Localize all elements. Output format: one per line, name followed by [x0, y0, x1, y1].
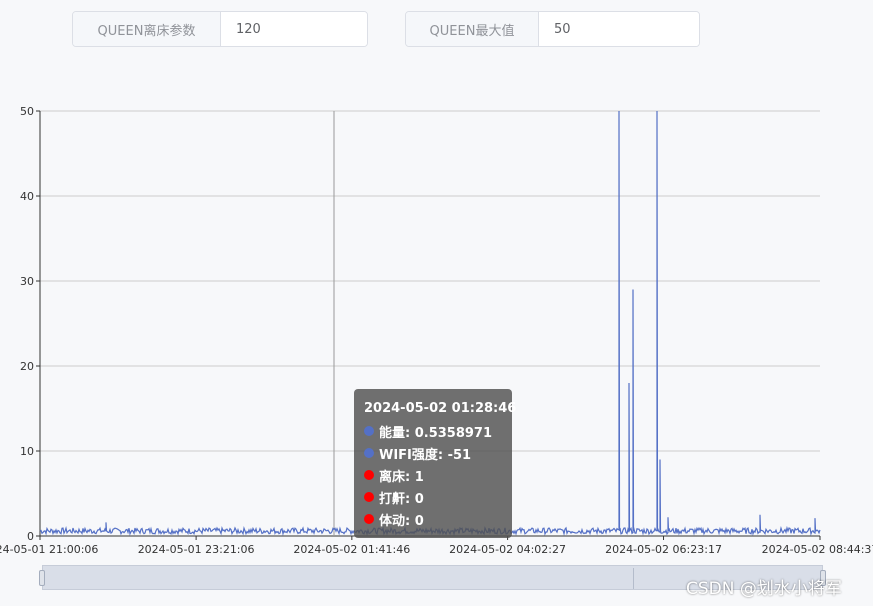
x-tick-label-5: 2024-05-02 08:44:37 [762, 543, 873, 556]
tooltip-row-leave-bed: 离床: 1 [364, 464, 502, 486]
y-tick-label-2: 20 [20, 360, 34, 373]
y-tick-label-5: 50 [20, 105, 34, 118]
datazoom-divider [633, 568, 634, 589]
x-tick-label-4: 2024-05-02 06:23:17 [605, 543, 722, 556]
x-tick-label-2: 2024-05-02 01:41:46 [293, 543, 410, 556]
y-tick-label-3: 30 [20, 275, 34, 288]
tooltip-dot-energy [364, 426, 374, 436]
tooltip-dot-snore [364, 492, 374, 502]
chart-tooltip: 2024-05-02 01:28:46 能量: 0.5358971 WIFI强度… [354, 389, 517, 538]
datazoom-left-handle[interactable] [39, 570, 45, 586]
y-tick-label-0: 0 [27, 530, 34, 543]
watermark: CSDN @划水小将军 [686, 579, 842, 599]
tooltip-row-wifi: WIFI强度: -51 [364, 442, 502, 464]
tooltip-dot-movement [364, 514, 374, 524]
x-tick-label-1: 2024-05-01 23:21:06 [138, 543, 255, 556]
tooltip-text-wifi: WIFI强度: -51 [379, 447, 472, 463]
y-tick-label-1: 10 [20, 445, 34, 458]
tooltip-row-snore: 打鼾: 0 [364, 486, 502, 508]
tooltip-text-leave-bed: 离床: 1 [379, 469, 424, 485]
tooltip-dot-leave-bed [364, 470, 374, 480]
tooltip-title: 2024-05-02 01:28:46 [364, 401, 517, 416]
tooltip-text-snore: 打鼾: 0 [379, 491, 424, 507]
tooltip-row-movement: 体动: 0 [364, 508, 502, 530]
y-tick-label-4: 40 [20, 190, 34, 203]
tooltip-text-movement: 体动: 0 [379, 513, 424, 529]
tooltip-row-energy: 能量: 0.5358971 [364, 420, 502, 442]
tooltip-text-energy: 能量: 0.5358971 [379, 425, 493, 441]
x-tick-label-3: 2024-05-02 04:02:27 [449, 543, 566, 556]
x-tick-label-0: 2024-05-01 21:00:06 [0, 543, 98, 556]
tooltip-dot-wifi [364, 448, 374, 458]
